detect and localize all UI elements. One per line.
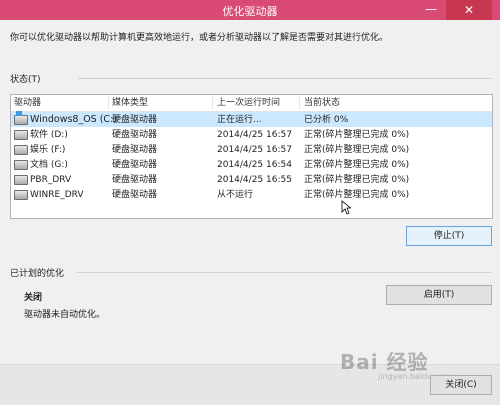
- drive-icon: [14, 175, 28, 185]
- status-section-label: 状态(T): [10, 75, 41, 85]
- table-row[interactable]: 文档 (G:) 硬盘驱动器 2014/4/25 16:54 正常(碎片整理已完成…: [11, 157, 492, 172]
- table-row[interactable]: 软件 (D:) 硬盘驱动器 2014/4/25 16:57 正常(碎片整理已完成…: [11, 127, 492, 142]
- column-header-status[interactable]: 当前状态: [301, 97, 474, 109]
- drive-name: 文档 (G:): [30, 160, 68, 170]
- title-bar: 优化驱动器 — ✕: [0, 0, 500, 20]
- schedule-state-description: 驱动器未自动优化。: [24, 310, 106, 320]
- table-row[interactable]: Windows8_OS (C:) 硬盘驱动器 正在运行... 已分析 0%: [11, 111, 492, 127]
- scheduled-divider: [76, 272, 492, 273]
- status-divider: [78, 78, 492, 79]
- drive-icon: [14, 145, 28, 155]
- drive-icon: [14, 160, 28, 170]
- media-type: 硬盘驱动器: [112, 190, 158, 200]
- current-status: 正常(碎片整理已完成 0%): [304, 160, 410, 170]
- media-type: 硬盘驱动器: [112, 130, 158, 140]
- drive-name: PBR_DRV: [30, 175, 72, 185]
- last-run: 2014/4/25 16:57: [217, 145, 292, 155]
- scheduled-optimization-label: 已计划的优化: [10, 269, 65, 279]
- current-status: 正常(碎片整理已完成 0%): [304, 130, 410, 140]
- media-type: 硬盘驱动器: [112, 175, 158, 185]
- last-run: 正在运行...: [217, 115, 262, 125]
- stop-button[interactable]: 停止(T): [406, 226, 492, 246]
- column-header-last-run[interactable]: 上一次运行时间: [214, 97, 300, 109]
- drive-name: Windows8_OS (C:): [30, 114, 117, 125]
- minimize-button[interactable]: —: [418, 0, 444, 20]
- table-header: 驱动器 媒体类型 上一次运行时间 当前状态: [11, 95, 492, 112]
- drive-icon: [14, 130, 28, 140]
- table-row[interactable]: WINRE_DRV 硬盘驱动器 从不运行 正常(碎片整理已完成 0%): [11, 187, 492, 202]
- watermark-logo: Bai 经验: [340, 350, 429, 374]
- close-window-button[interactable]: ✕: [446, 0, 492, 20]
- last-run: 2014/4/25 16:57: [217, 130, 292, 140]
- media-type: 硬盘驱动器: [112, 160, 158, 170]
- close-button[interactable]: 关闭(C): [430, 375, 492, 395]
- drive-name: 软件 (D:): [30, 130, 68, 140]
- column-header-media-type[interactable]: 媒体类型: [109, 97, 213, 109]
- description-text: 你可以优化驱动器以帮助计算机更高效地运行，或者分析驱动器以了解是否需要对其进行优…: [10, 33, 389, 43]
- current-status: 正常(碎片整理已完成 0%): [304, 175, 410, 185]
- last-run: 2014/4/25 16:55: [217, 175, 292, 185]
- last-run: 2014/4/25 16:54: [217, 160, 292, 170]
- column-header-drive[interactable]: 驱动器: [11, 97, 109, 109]
- table-row[interactable]: PBR_DRV 硬盘驱动器 2014/4/25 16:55 正常(碎片整理已完成…: [11, 172, 492, 187]
- table-row[interactable]: 娱乐 (F:) 硬盘驱动器 2014/4/25 16:57 正常(碎片整理已完成…: [11, 142, 492, 157]
- media-type: 硬盘驱动器: [112, 145, 158, 155]
- current-status: 正常(碎片整理已完成 0%): [304, 145, 410, 155]
- drive-name: 娱乐 (F:): [30, 145, 66, 155]
- drives-table[interactable]: 驱动器 媒体类型 上一次运行时间 当前状态 Windows8_OS (C:) 硬…: [10, 94, 493, 219]
- media-type: 硬盘驱动器: [112, 115, 158, 125]
- current-status: 正常(碎片整理已完成 0%): [304, 190, 410, 200]
- schedule-state: 关闭: [24, 293, 43, 303]
- system-drive-icon: [14, 111, 28, 125]
- drive-name: WINRE_DRV: [30, 190, 84, 200]
- enable-button[interactable]: 启用(T): [386, 285, 492, 305]
- current-status: 已分析 0%: [304, 115, 349, 125]
- drive-icon: [14, 190, 28, 200]
- last-run: 从不运行: [217, 190, 254, 200]
